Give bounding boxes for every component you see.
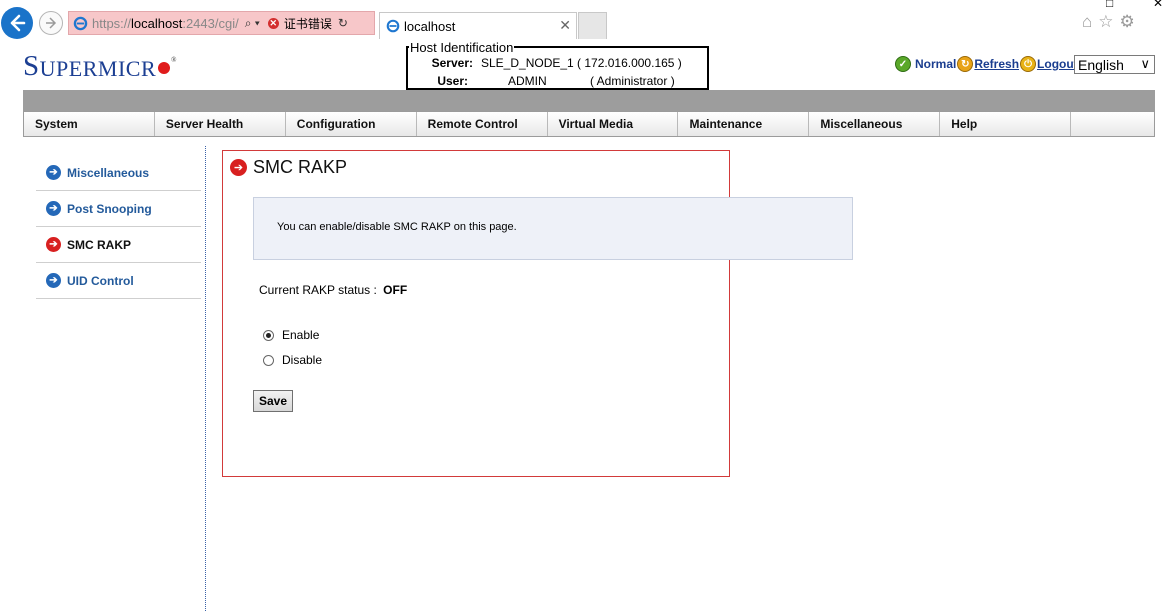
arrow-right-icon: ➔ bbox=[46, 273, 61, 288]
nav-remote-control[interactable]: Remote Control bbox=[417, 112, 548, 136]
content-divider bbox=[205, 146, 206, 611]
error-icon: ✕ bbox=[267, 17, 279, 29]
refresh-link[interactable]: Refresh bbox=[974, 57, 1019, 71]
tab-title: localhost bbox=[404, 18, 456, 34]
restore-window-icon[interactable]: □ bbox=[1106, 0, 1113, 10]
arrow-right-icon: ➔ bbox=[46, 237, 61, 252]
rakp-status-label: Current RAKP status : bbox=[259, 283, 377, 297]
page-title: ➔ SMC RAKP bbox=[230, 157, 347, 178]
logout-link[interactable]: Logout bbox=[1037, 57, 1078, 71]
info-text: You can enable/disable SMC RAKP on this … bbox=[277, 221, 517, 233]
disable-radio[interactable] bbox=[263, 354, 274, 366]
system-status: Normal bbox=[915, 57, 957, 71]
browser-toolbar: https://localhost:2443/cgi/ ⌕ ▾ ✕ 证书错误 ↻… bbox=[0, 0, 1164, 44]
url-host: localhost bbox=[131, 15, 183, 31]
language-selected: English bbox=[1078, 56, 1124, 73]
sidebar-item-smc-rakp[interactable]: ➔ SMC RAKP bbox=[36, 227, 201, 263]
close-window-icon[interactable]: ✕ bbox=[1153, 0, 1163, 10]
nav-maintenance[interactable]: Maintenance bbox=[678, 112, 810, 136]
rakp-status: Current RAKP status : OFF bbox=[259, 283, 407, 297]
arrow-right-icon: ➔ bbox=[46, 165, 61, 180]
enable-radio[interactable] bbox=[263, 329, 274, 341]
registered-mark: ® bbox=[171, 56, 177, 64]
user-label: User: bbox=[437, 74, 468, 88]
logo-dot bbox=[158, 62, 171, 74]
logo-text: UPERMICR bbox=[39, 56, 157, 81]
certificate-error[interactable]: ✕ 证书错误 bbox=[267, 15, 332, 32]
forward-arrow-icon bbox=[46, 17, 57, 29]
favorites-icon[interactable]: ☆ bbox=[1098, 12, 1113, 32]
header-band bbox=[23, 90, 1155, 111]
radio-selected-dot bbox=[266, 332, 271, 338]
reload-icon[interactable]: ↻ bbox=[338, 16, 348, 30]
ie-icon bbox=[73, 16, 88, 30]
disable-option[interactable]: Disable bbox=[263, 353, 322, 367]
supermicro-logo: S UPERMICR ® bbox=[23, 52, 177, 81]
ie-icon bbox=[386, 19, 400, 33]
nav-server-health[interactable]: Server Health bbox=[155, 112, 286, 136]
sidebar-item-label: Post Snooping bbox=[67, 201, 152, 216]
back-button[interactable] bbox=[1, 7, 33, 39]
logout-icon[interactable]: ⏻ bbox=[1020, 56, 1037, 72]
nav-system[interactable]: System bbox=[24, 112, 155, 136]
home-icon[interactable]: ⌂ bbox=[1082, 12, 1092, 32]
nav-configuration[interactable]: Configuration bbox=[286, 112, 417, 136]
sidebar-item-uid-control[interactable]: ➔ UID Control bbox=[36, 263, 201, 299]
language-select[interactable]: English ∨ bbox=[1074, 55, 1155, 74]
main-nav: System Server Health Configuration Remot… bbox=[23, 111, 1155, 137]
status-links: ✓ Normal ↻ Refresh ⏻ Logout bbox=[895, 56, 1078, 72]
check-icon: ✓ bbox=[895, 56, 911, 72]
arrow-right-icon: ➔ bbox=[46, 201, 61, 216]
address-bar[interactable]: https://localhost:2443/cgi/ ⌕ ▾ ✕ 证书错误 ↻ bbox=[68, 11, 375, 35]
enable-option[interactable]: Enable bbox=[263, 328, 319, 342]
page-title-text: SMC RAKP bbox=[253, 157, 348, 177]
sidebar-item-post-snooping[interactable]: ➔ Post Snooping bbox=[36, 191, 201, 227]
nav-help[interactable]: Help bbox=[940, 112, 1072, 136]
info-box: You can enable/disable SMC RAKP on this … bbox=[253, 197, 853, 260]
url-protocol: https:// bbox=[92, 15, 132, 31]
user-value: ADMIN bbox=[508, 74, 547, 88]
server-label: Server: bbox=[431, 56, 473, 70]
sidebar-item-miscellaneous[interactable]: ➔ Miscellaneous bbox=[36, 155, 201, 191]
close-tab-icon[interactable]: ✕ bbox=[559, 17, 571, 34]
sidebar-item-label: Miscellaneous bbox=[67, 165, 150, 180]
rakp-status-value: OFF bbox=[383, 283, 408, 297]
sidebar-item-label: UID Control bbox=[67, 273, 134, 288]
back-arrow-icon bbox=[10, 14, 26, 32]
user-role: ( Administrator ) bbox=[590, 74, 675, 88]
enable-label: Enable bbox=[282, 328, 320, 342]
browser-right-icons: ⌂ ☆ ⚙ bbox=[1082, 12, 1135, 32]
disable-label: Disable bbox=[282, 353, 323, 367]
sidebar-item-label: SMC RAKP bbox=[67, 237, 132, 252]
logo-initial: S bbox=[23, 50, 40, 82]
chevron-down-icon: ∨ bbox=[1140, 56, 1150, 71]
certificate-error-label: 证书错误 bbox=[283, 16, 332, 31]
refresh-icon[interactable]: ↻ bbox=[957, 56, 974, 72]
nav-virtual-media[interactable]: Virtual Media bbox=[548, 112, 679, 136]
host-identification: Host Identification Server: SLE_D_NODE_1… bbox=[406, 40, 709, 90]
new-tab-button[interactable] bbox=[578, 12, 607, 39]
forward-button[interactable] bbox=[39, 11, 63, 35]
browser-tab[interactable]: localhost ✕ bbox=[379, 12, 577, 39]
gear-icon[interactable]: ⚙ bbox=[1120, 12, 1135, 32]
server-value: SLE_D_NODE_1 ( 172.016.000.165 ) bbox=[481, 56, 682, 70]
arrow-right-icon: ➔ bbox=[230, 159, 247, 176]
nav-miscellaneous[interactable]: Miscellaneous bbox=[809, 112, 941, 136]
url-path: :2443/cgi/ bbox=[182, 15, 239, 31]
sidebar: ➔ Miscellaneous ➔ Post Snooping ➔ SMC RA… bbox=[36, 155, 201, 299]
host-identification-legend: Host Identification bbox=[409, 40, 515, 55]
search-dropdown-icon[interactable]: ⌕ ▾ bbox=[245, 16, 260, 31]
save-button[interactable]: Save bbox=[253, 390, 293, 412]
